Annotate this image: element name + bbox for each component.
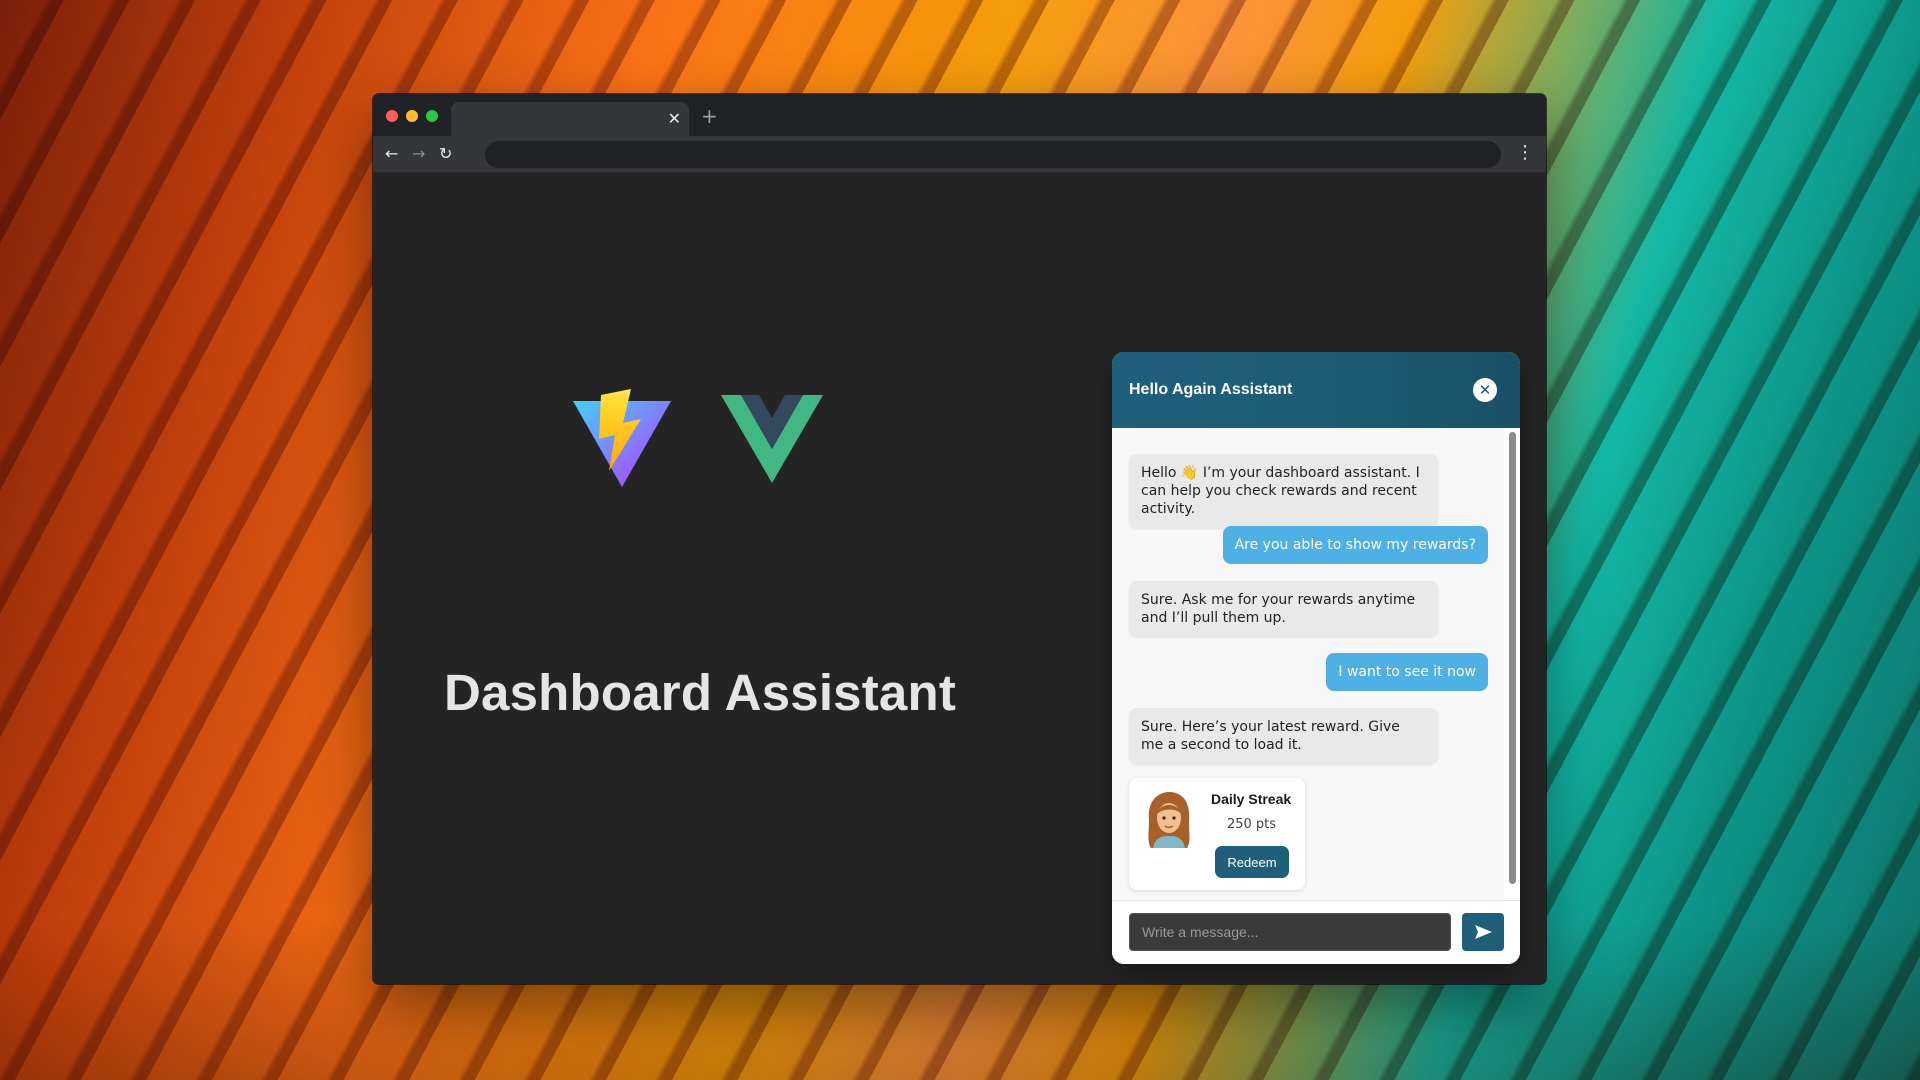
bot-message: Sure. Ask me for your rewards anytime an… (1129, 581, 1438, 637)
forward-icon[interactable]: → (412, 145, 425, 163)
bot-message: Sure. Here’s your latest reward. Give me… (1129, 708, 1438, 764)
reward-card: Daily Streak 250 pts Redeem (1129, 778, 1305, 890)
minimize-window-button[interactable] (406, 110, 418, 122)
page-title: Dashboard Assistant (444, 664, 957, 721)
message-input[interactable] (1129, 913, 1451, 951)
logo-row (571, 389, 823, 489)
chat-panel: Hello Again Assistant ✕ Hello 👋 I’m your… (1112, 352, 1520, 964)
send-icon (1475, 925, 1492, 939)
chat-title: Hello Again Assistant (1129, 381, 1293, 398)
send-button[interactable] (1462, 913, 1504, 951)
scrollbar-track[interactable] (1504, 428, 1520, 901)
close-window-button[interactable] (386, 110, 398, 122)
browser-tab[interactable]: ✕ (451, 102, 689, 136)
avatar (1148, 792, 1190, 848)
user-message: Are you able to show my rewards? (1222, 526, 1488, 564)
new-tab-button[interactable]: + (701, 104, 718, 128)
message-composer (1112, 900, 1520, 964)
browser-menu-icon[interactable]: ⋮ (1516, 144, 1534, 162)
reload-icon[interactable]: ↻ (439, 145, 452, 163)
browser-window: ✕ + ← → ↻ ⋮ Dashboard Assistant Hello Ag… (373, 94, 1546, 984)
vue-logo (721, 395, 823, 483)
message-list[interactable]: Hello 👋 I’m your dashboard assistant. I … (1112, 428, 1520, 901)
address-bar[interactable] (485, 141, 1501, 168)
reward-points: 250 pts (1226, 817, 1277, 832)
window-controls (386, 110, 438, 122)
bot-message: Hello 👋 I’m your dashboard assistant. I … (1129, 454, 1438, 528)
vite-logo (573, 389, 671, 487)
scrollbar-thumb[interactable] (1509, 432, 1516, 884)
back-icon[interactable]: ← (385, 145, 398, 163)
reward-name: Daily Streak (1211, 791, 1292, 807)
tab-close-icon[interactable]: ✕ (668, 110, 681, 128)
tab-bar: ✕ + (373, 94, 1546, 136)
page-viewport: Dashboard Assistant Hello Again Assistan… (373, 173, 1546, 984)
browser-toolbar: ← → ↻ ⋮ (373, 136, 1546, 173)
chat-header: Hello Again Assistant ✕ (1112, 352, 1520, 428)
maximize-window-button[interactable] (426, 110, 438, 122)
redeem-button[interactable]: Redeem (1215, 846, 1289, 878)
user-message: I want to see it now (1326, 653, 1488, 691)
chat-close-icon[interactable]: ✕ (1473, 378, 1497, 402)
